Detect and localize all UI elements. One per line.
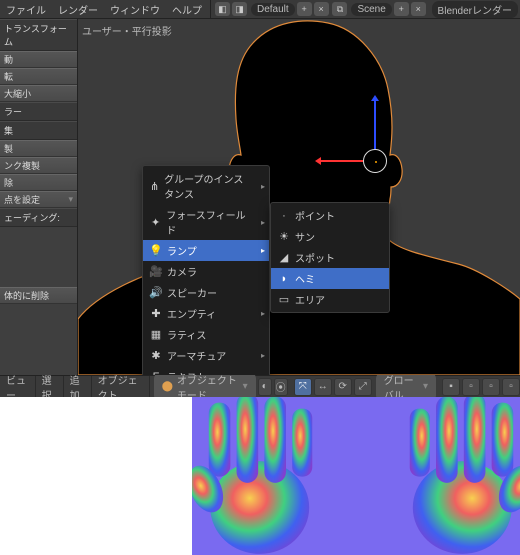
menu-window[interactable]: ウィンドウ (104, 2, 166, 17)
manipulator-rotate[interactable]: ⟳ (334, 378, 352, 396)
hand-right (390, 397, 520, 555)
add-menu-icon-5: ✚ (149, 307, 163, 321)
tool-translate[interactable]: 動 (0, 51, 77, 68)
tool-rotate[interactable]: 転 (0, 68, 77, 85)
add-menu-icon-6: ▦ (149, 328, 163, 342)
3d-viewport[interactable]: ユーザー・平行投影 (183) MaleHeadF.00 ⋔グループのインスタン… (78, 19, 520, 375)
axis-x-arrow[interactable] (321, 160, 363, 162)
lamp-submenu-icon-3: ◗ (277, 272, 291, 286)
lamp-submenu-icon-4: ▭ (277, 293, 291, 307)
viewport-header: ビュー 選択 追加 オブジェクト ⬤ オブジェクトモード ▾ ◐ ⦿ ⤧ ↔ ⟳… (0, 375, 520, 397)
add-menu-item-6[interactable]: ▦ラティス (143, 324, 269, 345)
tool-delete[interactable]: 除 (0, 174, 77, 191)
add-menu-icon-1: ✦ (149, 215, 162, 229)
lamp-submenu-item-1[interactable]: ☀サン (271, 226, 389, 247)
manipulator-toggle[interactable]: ⤧ (294, 378, 312, 396)
layer-button-2[interactable]: ▫ (462, 378, 480, 396)
tool-duplicate[interactable]: 製 (0, 140, 77, 157)
add-menu-icon-7: ✱ (149, 349, 163, 363)
transform-manipulator[interactable] (363, 149, 387, 173)
scene-name: Scene (357, 4, 385, 15)
object-mode-icon: ⬤ (162, 381, 173, 392)
layer-button-4[interactable]: ▫ (502, 378, 520, 396)
add-menu-item-8[interactable]: Fテキスト (143, 366, 269, 375)
top-menu-bar: ファイル レンダー ウィンドウ ヘルプ ◧ ◨ Default + × ⧉ Sc… (0, 0, 520, 19)
bottom-blank (0, 397, 192, 555)
panel-transform-header[interactable]: トランスフォーム (0, 19, 77, 51)
tool-partial-delete[interactable]: 体的に削除 (0, 287, 77, 304)
layout-del-button[interactable]: × (314, 2, 329, 16)
shading-selector[interactable]: ◐ (258, 378, 272, 396)
lamp-submenu-icon-0: · (277, 209, 291, 223)
layout-field[interactable]: Default (251, 3, 295, 16)
scene-field[interactable]: Scene (351, 3, 391, 16)
vtab-add[interactable]: 追加 (64, 376, 92, 397)
lamp-submenu-icon-2: ◢ (277, 251, 291, 265)
scene-add-button[interactable]: + (394, 2, 409, 16)
tool-link-dup[interactable]: ンク複製 (0, 157, 77, 174)
axis-z-arrow[interactable] (374, 101, 376, 149)
manipulator-translate[interactable]: ↔ (314, 378, 332, 396)
lamp-submenu-item-2[interactable]: ◢スポット (271, 247, 389, 268)
layout-add-button[interactable]: + (297, 2, 312, 16)
add-menu-item-4[interactable]: 🔊スピーカー (143, 282, 269, 303)
lamp-submenu-item-3[interactable]: ◗ヘミ (271, 268, 389, 289)
add-menu: ⋔グループのインスタンス✦フォースフィールド💡ランプ🎥カメラ🔊スピーカー✚エンプ… (142, 165, 270, 375)
hand-left (192, 397, 332, 555)
add-menu-item-2[interactable]: 💡ランプ (143, 240, 269, 261)
screen-prev-button[interactable]: ◧ (215, 2, 230, 16)
screen-next-button[interactable]: ◨ (232, 2, 247, 16)
menu-render[interactable]: レンダー (52, 2, 104, 17)
add-menu-item-1[interactable]: ✦フォースフィールド (143, 204, 269, 240)
tool-scale[interactable]: 大縮小 (0, 85, 77, 102)
add-menu-icon-0: ⋔ (149, 179, 160, 193)
scene-del-button[interactable]: × (411, 2, 426, 16)
add-menu-item-0[interactable]: ⋔グループのインスタンス (143, 168, 269, 204)
add-menu-icon-3: 🎥 (149, 265, 163, 279)
tool-set-origin[interactable]: 点を設定▾ (0, 191, 77, 208)
layout-name: Default (257, 4, 289, 15)
add-menu-item-7[interactable]: ✱アーマチュア (143, 345, 269, 366)
render-engine-field[interactable]: Blenderレンダー (432, 1, 518, 18)
tool-shelf: トランスフォーム 動 転 大縮小 ラー 集 製 ンク複製 除 点を設定▾ ェーデ… (0, 19, 78, 375)
menu-file[interactable]: ファイル (0, 2, 52, 17)
render-engine: Blenderレンダー (438, 2, 512, 17)
bottom-preview-row (0, 397, 520, 555)
panel-edit-header[interactable]: 集 (0, 121, 77, 140)
vtab-view[interactable]: ビュー (0, 376, 36, 397)
manipulator-scale[interactable]: ⤢ (354, 378, 372, 396)
normal-map-preview (192, 397, 520, 555)
vtab-select[interactable]: 選択 (36, 376, 64, 397)
add-menu-item-3[interactable]: 🎥カメラ (143, 261, 269, 282)
add-menu-icon-8: F (149, 370, 163, 376)
pivot-selector[interactable]: ⦿ (274, 378, 288, 396)
add-menu-icon-4: 🔊 (149, 286, 163, 300)
vtab-object[interactable]: オブジェクト (92, 376, 150, 397)
panel-shading-header[interactable]: ェーディング: (0, 208, 77, 227)
lamp-submenu-icon-1: ☀ (277, 230, 291, 244)
add-menu-icon-2: 💡 (149, 244, 163, 258)
lamp-submenu-item-0[interactable]: ·ポイント (271, 205, 389, 226)
add-menu-item-5[interactable]: ✚エンプティ (143, 303, 269, 324)
manipulator-center[interactable] (363, 149, 387, 173)
lamp-submenu: ·ポイント☀サン◢スポット◗ヘミ▭エリア (270, 202, 390, 313)
menu-help[interactable]: ヘルプ (166, 2, 208, 17)
panel-mirror-header[interactable]: ラー (0, 102, 77, 121)
layer-button-3[interactable]: ▫ (482, 378, 500, 396)
scene-browser-button[interactable]: ⧉ (332, 2, 347, 16)
layer-button-1[interactable]: ▪ (442, 378, 460, 396)
lamp-submenu-item-4[interactable]: ▭エリア (271, 289, 389, 310)
